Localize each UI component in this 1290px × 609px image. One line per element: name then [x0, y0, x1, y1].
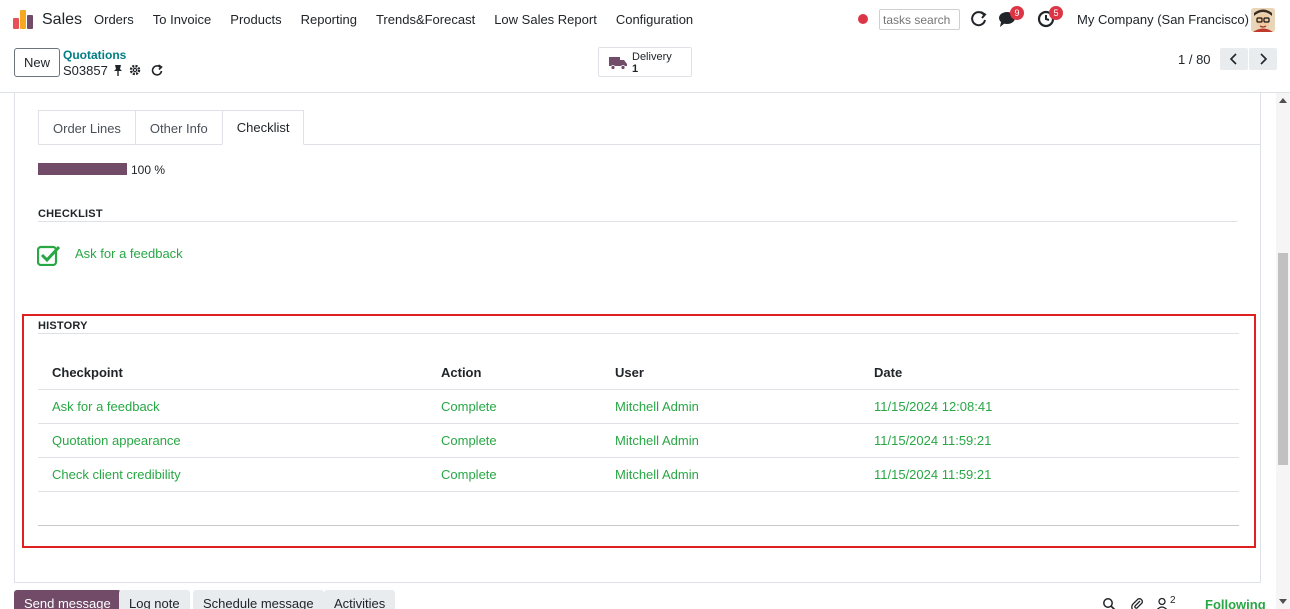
checklist-progress-bar — [38, 163, 127, 175]
log-note-button[interactable]: Log note — [119, 590, 190, 609]
history-section-divider — [38, 333, 1239, 334]
sales-app-icon[interactable] — [13, 10, 33, 29]
cell-checkpoint: Check client credibility — [38, 457, 427, 492]
recording-indicator-icon[interactable] — [858, 14, 868, 24]
cell-checkpoint: Quotation appearance — [38, 423, 427, 458]
table-row[interactable]: Quotation appearance Complete Mitchell A… — [38, 423, 1239, 458]
column-header-user[interactable]: User — [601, 357, 860, 390]
following-button[interactable]: Following — [1205, 597, 1266, 609]
followers-icon[interactable] — [1155, 597, 1169, 609]
scroll-down-arrow-icon[interactable] — [1279, 599, 1287, 604]
pager-next-button[interactable] — [1249, 48, 1277, 70]
cell-user: Mitchell Admin — [601, 389, 860, 424]
cell-action: Complete — [427, 389, 601, 424]
cell-date: 11/15/2024 11:59:21 — [860, 457, 1239, 492]
menu-orders[interactable]: Orders — [94, 12, 134, 27]
chatter-toolbar: Send message Log note Schedule message A… — [0, 583, 1290, 609]
column-header-checkpoint[interactable]: Checkpoint — [38, 357, 427, 390]
checked-checkbox-icon[interactable] — [37, 244, 61, 266]
table-footer-divider — [38, 525, 1239, 526]
new-button[interactable]: New — [14, 48, 60, 77]
cell-date: 11/15/2024 11:59:21 — [860, 423, 1239, 458]
delivery-count: 1 — [632, 63, 639, 75]
top-navbar: Sales Orders To Invoice Products Reporti… — [0, 0, 1290, 40]
cell-action: Complete — [427, 457, 601, 492]
discard-refresh-icon[interactable] — [151, 64, 163, 76]
checklist-section-divider — [38, 221, 1237, 222]
main-menu: Orders To Invoice Products Reporting Tre… — [94, 12, 712, 27]
control-panel: New Quotations S03857 Delivery 1 1 / 80 — [0, 40, 1290, 93]
cell-user: Mitchell Admin — [601, 457, 860, 492]
delivery-label: Delivery — [632, 51, 672, 63]
pin-icon[interactable] — [112, 64, 124, 76]
form-sheet: Order Lines Other Info Checklist 100 % C… — [14, 93, 1261, 583]
activities-badge: 5 — [1049, 6, 1063, 20]
tab-order-lines[interactable]: Order Lines — [38, 110, 136, 145]
table-row[interactable]: Check client credibility Complete Mitche… — [38, 457, 1239, 492]
progress-fill — [38, 163, 127, 175]
progress-text: 100 % — [131, 163, 166, 177]
tab-other-info[interactable]: Other Info — [134, 110, 223, 145]
breadcrumb-quotations[interactable]: Quotations — [63, 48, 126, 62]
cell-user: Mitchell Admin — [601, 423, 860, 458]
history-section-title: HISTORY — [38, 320, 88, 332]
column-header-action[interactable]: Action — [427, 357, 601, 390]
cell-date: 11/15/2024 12:08:41 — [860, 389, 1239, 424]
page-scrollbar[interactable] — [1276, 93, 1290, 609]
user-avatar[interactable] — [1251, 8, 1275, 32]
delivery-smart-button[interactable]: Delivery 1 — [598, 47, 692, 77]
cell-action: Complete — [427, 423, 601, 458]
menu-reporting[interactable]: Reporting — [301, 12, 357, 27]
activities-clock-icon[interactable]: 5 — [1037, 6, 1063, 28]
send-message-button[interactable]: Send message — [14, 590, 121, 609]
tasks-search-input[interactable] — [879, 9, 960, 30]
gear-icon[interactable] — [129, 64, 141, 76]
column-header-date[interactable]: Date — [860, 357, 1239, 390]
table-header-row: Checkpoint Action User Date — [38, 357, 1239, 390]
checklist-item-label[interactable]: Ask for a feedback — [75, 246, 183, 261]
pager-previous-button[interactable] — [1220, 48, 1248, 70]
table-row[interactable]: Ask for a feedback Complete Mitchell Adm… — [38, 389, 1239, 424]
app-name[interactable]: Sales — [42, 11, 82, 29]
followers-count: 2 — [1170, 595, 1176, 606]
menu-low-sales-report[interactable]: Low Sales Report — [494, 12, 597, 27]
search-icon[interactable] — [1102, 597, 1116, 609]
company-switcher[interactable]: My Company (San Francisco) — [1077, 12, 1249, 27]
chevron-left-icon — [1229, 53, 1237, 65]
menu-products[interactable]: Products — [230, 12, 281, 27]
cell-checkpoint: Ask for a feedback — [38, 389, 427, 424]
refresh-icon[interactable] — [970, 10, 988, 28]
notebook-tabs: Order Lines Other Info Checklist — [38, 110, 305, 145]
menu-configuration[interactable]: Configuration — [616, 12, 693, 27]
tab-checklist[interactable]: Checklist — [221, 110, 305, 145]
messages-icon[interactable]: 9 — [998, 6, 1024, 28]
scroll-up-arrow-icon[interactable] — [1279, 98, 1287, 103]
history-table: Checkpoint Action User Date Ask for a fe… — [38, 357, 1239, 492]
menu-trends-forecast[interactable]: Trends&Forecast — [376, 12, 475, 27]
activities-button[interactable]: Activities — [324, 590, 396, 609]
record-name: S03857 — [63, 63, 108, 78]
chevron-right-icon — [1260, 53, 1268, 65]
scroll-thumb[interactable] — [1278, 253, 1288, 465]
menu-to-invoice[interactable]: To Invoice — [153, 12, 212, 27]
paperclip-icon[interactable] — [1130, 597, 1144, 609]
truck-icon — [609, 57, 627, 70]
messages-badge: 9 — [1010, 6, 1024, 20]
schedule-message-button[interactable]: Schedule message — [193, 590, 324, 609]
pager-value[interactable]: 1 / 80 — [1178, 52, 1211, 67]
checklist-section-title: CHECKLIST — [38, 208, 103, 220]
